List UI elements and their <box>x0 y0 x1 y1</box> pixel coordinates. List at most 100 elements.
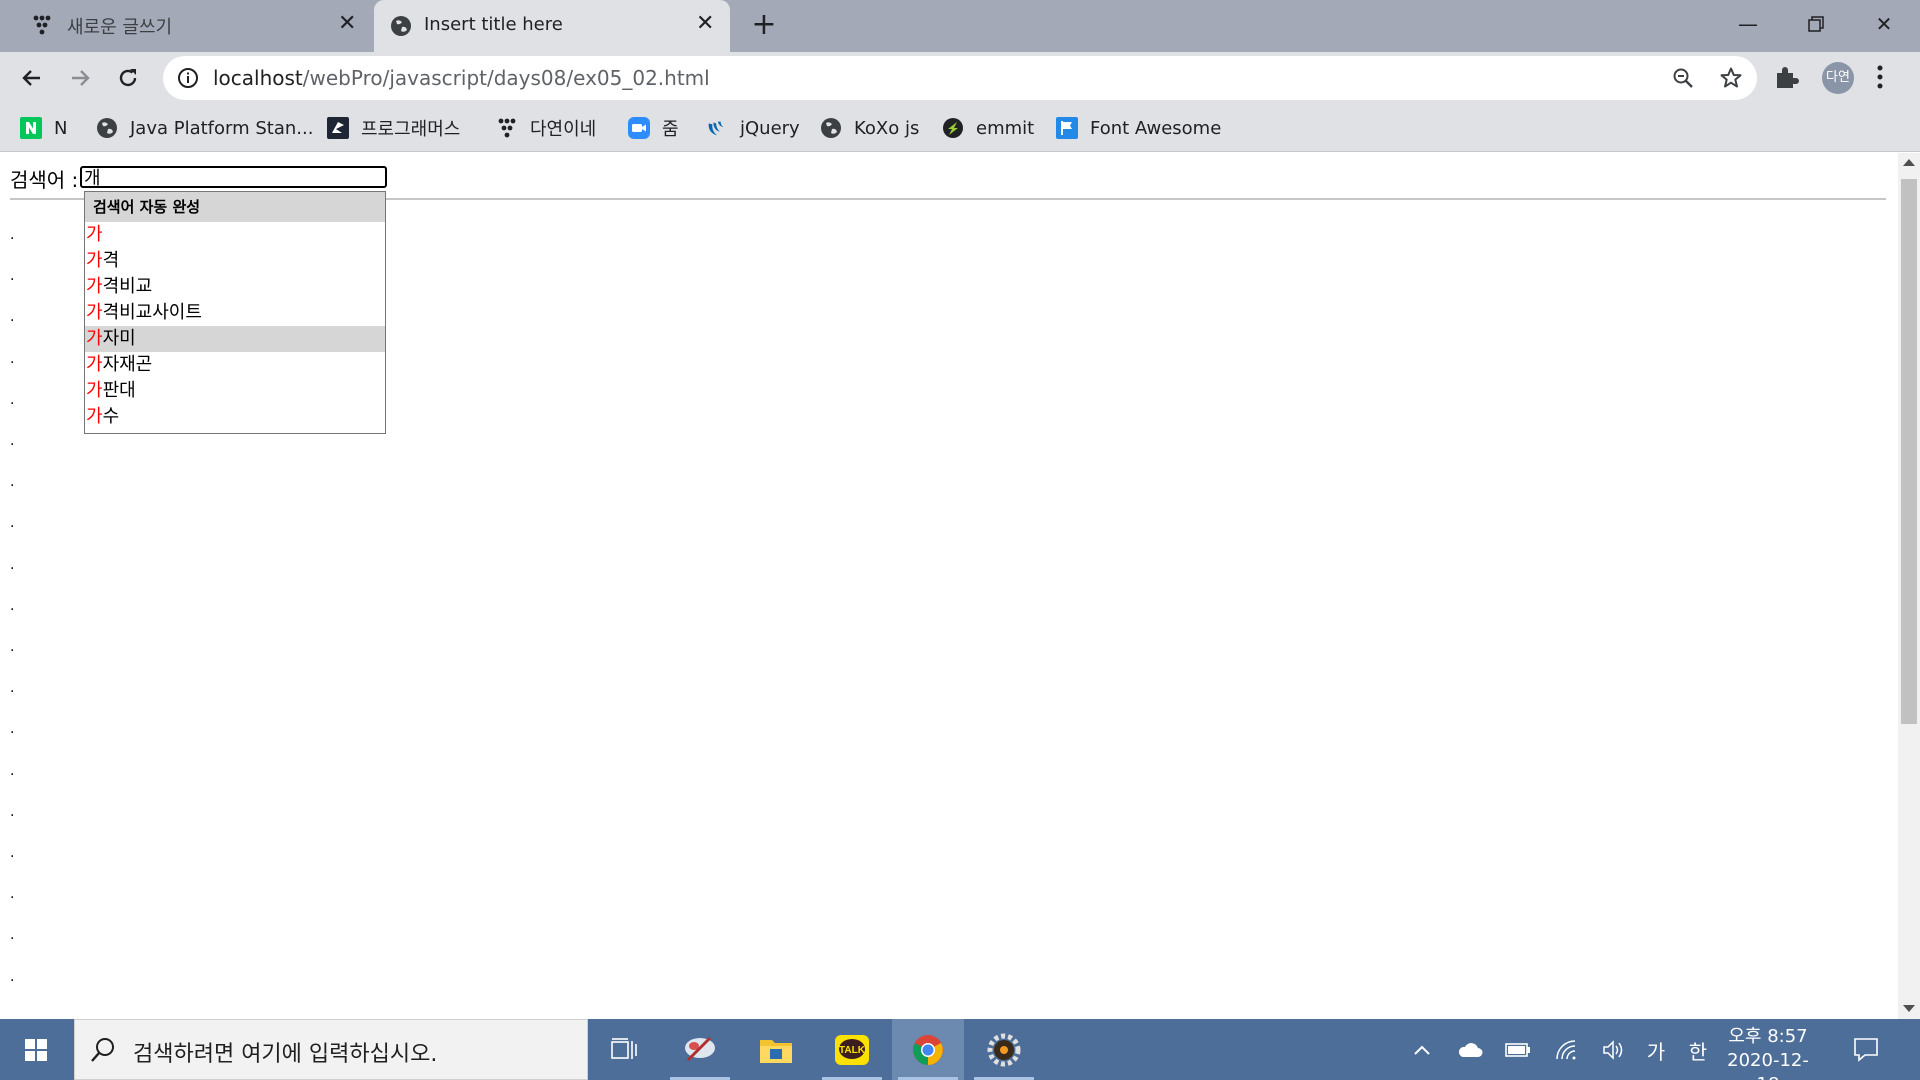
velog-icon <box>33 15 51 35</box>
forward-arrow-icon[interactable] <box>62 60 98 96</box>
tab-title: Insert title here <box>424 14 563 35</box>
list-dot: . <box>10 927 15 944</box>
folder-icon <box>760 1039 792 1063</box>
autocomplete-item[interactable]: 가격비교사이트 <box>85 300 385 326</box>
taskbar-search-placeholder: 검색하려면 여기에 입력하십시오. <box>133 1042 438 1067</box>
ime-mode-indicator[interactable]: 한 <box>1684 1037 1712 1064</box>
bookmark-java-platform[interactable]: Java Platform Stan... <box>96 114 313 142</box>
profile-avatar[interactable]: 다연 <box>1822 62 1854 94</box>
list-dot: . <box>10 309 15 326</box>
autocomplete-item[interactable]: 가수 <box>85 404 385 430</box>
bookmark-dayeon[interactable]: 다연이네 <box>496 114 596 142</box>
taskbar-app-chrome[interactable] <box>892 1019 964 1080</box>
url-text[interactable]: localhost/webPro/javascript/days08/ex05_… <box>213 66 710 90</box>
bookmark-label: 줌 <box>662 119 679 140</box>
svg-text:TALK: TALK <box>839 1045 866 1056</box>
kebab-menu-icon[interactable] <box>1876 64 1884 90</box>
list-dot: . <box>10 968 15 985</box>
vertical-scrollbar[interactable] <box>1898 153 1920 1019</box>
bookmark-koxo[interactable]: KoXo js <box>820 114 919 142</box>
wifi-icon[interactable] <box>1552 1037 1580 1063</box>
bookmark-jquery[interactable]: jQuery <box>706 114 800 142</box>
restore-icon[interactable] <box>1796 6 1836 42</box>
bookmark-font-awesome[interactable]: Font Awesome <box>1056 114 1221 142</box>
list-dot: . <box>10 845 15 861</box>
autocomplete-dropdown[interactable]: 검색어 자동 완성 가 가격 가격비교 가격비교사이트 가자미 가자재곤 가판대… <box>84 191 386 434</box>
chrome-icon <box>913 1034 943 1065</box>
list-dot: . <box>10 474 15 491</box>
browser-toolbar: localhost/webPro/javascript/days08/ex05_… <box>0 52 1920 104</box>
taskbar-app-kakaotalk[interactable]: TALK <box>816 1019 888 1080</box>
extensions-puzzle-icon[interactable] <box>1774 64 1800 90</box>
tab-title: 새로운 글쓰기 <box>67 17 173 38</box>
bookmark-label: KoXo js <box>854 117 920 139</box>
tray-chevron-up-icon[interactable] <box>1408 1037 1436 1063</box>
list-dot: . <box>10 433 15 449</box>
bookmark-emmet[interactable]: emmit <box>942 114 1034 142</box>
autocomplete-item-selected[interactable]: 가자미 <box>85 326 385 352</box>
list-dot: . <box>10 886 15 903</box>
scroll-down-arrow-icon[interactable] <box>1903 1005 1915 1012</box>
search-label: 검색어 : <box>10 168 79 192</box>
bookmarks-bar: N Java Platform Stan... 프로그래머스 다연이네 줌 jQ… <box>0 104 1920 152</box>
search-icon <box>91 1038 114 1062</box>
bookmark-zoom[interactable]: 줌 <box>628 114 679 142</box>
eclipse-gear-icon <box>987 1033 1021 1066</box>
bookmark-label: Java Platform Stan... <box>130 117 314 139</box>
notification-center-icon[interactable] <box>1852 1035 1880 1063</box>
tab-close-icon[interactable]: ✕ <box>696 11 714 36</box>
search-input[interactable] <box>80 166 387 188</box>
list-dot: . <box>10 391 15 408</box>
reload-icon[interactable] <box>110 60 146 96</box>
bookmark-label: 프로그래머스 <box>361 119 461 140</box>
list-dot: . <box>10 350 15 367</box>
autocomplete-item[interactable]: 가 <box>85 222 385 248</box>
tab-strip: 새로운 글쓰기 ✕ Insert title here ✕ + — ✕ <box>0 0 1920 52</box>
back-arrow-icon[interactable] <box>14 60 50 96</box>
list-dot: . <box>10 762 15 779</box>
list-dot: . <box>10 227 15 243</box>
bookmark-star-icon[interactable] <box>1719 66 1743 90</box>
volume-icon[interactable] <box>1600 1037 1628 1063</box>
tab-close-icon[interactable]: ✕ <box>338 11 356 36</box>
task-view-icon[interactable] <box>588 1019 660 1080</box>
tab-insert-title[interactable]: Insert title here ✕ <box>374 0 730 52</box>
battery-icon[interactable] <box>1504 1037 1532 1063</box>
start-windows-icon[interactable] <box>0 1019 72 1080</box>
globe-icon <box>820 117 842 139</box>
scrollbar-thumb[interactable] <box>1901 179 1917 724</box>
taskbar-search-box[interactable]: 검색하려면 여기에 입력하십시오. <box>74 1019 588 1080</box>
bookmark-label: 다연이네 <box>530 119 597 140</box>
list-dot: . <box>10 556 15 573</box>
ime-language-indicator[interactable]: 가 <box>1642 1037 1670 1064</box>
autocomplete-item[interactable]: 가자재곤 <box>85 352 385 378</box>
list-dot: . <box>10 721 15 738</box>
zoom-magnifier-icon[interactable] <box>1671 66 1695 90</box>
bookmark-programmers[interactable]: 프로그래머스 <box>327 114 460 142</box>
zoom-icon <box>628 117 650 139</box>
minimize-icon[interactable]: — <box>1728 6 1768 42</box>
tab-new-post[interactable]: 새로운 글쓰기 ✕ <box>0 0 370 52</box>
taskbar-app-explorer[interactable] <box>740 1019 812 1080</box>
list-dot: . <box>10 515 15 532</box>
taskbar-app-eclipse[interactable] <box>968 1019 1040 1080</box>
new-tab-plus-icon[interactable]: + <box>748 8 780 42</box>
list-dot: . <box>10 597 15 614</box>
address-bar[interactable]: localhost/webPro/javascript/days08/ex05_… <box>163 56 1757 100</box>
autocomplete-item[interactable]: 가격비교 <box>85 274 385 300</box>
bookmark-label: Font Awesome <box>1090 117 1222 139</box>
programmers-icon <box>327 117 349 139</box>
onedrive-cloud-icon[interactable] <box>1456 1037 1484 1063</box>
kakaotalk-icon: TALK <box>835 1034 869 1065</box>
paint-app-icon <box>685 1036 715 1061</box>
naver-icon <box>20 117 42 139</box>
taskbar-clock[interactable]: 오후 8:57 2020-12-18 <box>1718 1025 1818 1080</box>
info-icon[interactable] <box>177 67 199 89</box>
bookmark-naver[interactable]: N <box>20 114 67 142</box>
scroll-up-arrow-icon[interactable] <box>1903 159 1915 166</box>
autocomplete-item[interactable]: 가격 <box>85 248 385 274</box>
close-window-icon[interactable]: ✕ <box>1864 6 1904 42</box>
autocomplete-item[interactable]: 가판대 <box>85 378 385 404</box>
emmet-icon <box>942 117 964 139</box>
taskbar-app-drawing[interactable] <box>664 1019 736 1080</box>
